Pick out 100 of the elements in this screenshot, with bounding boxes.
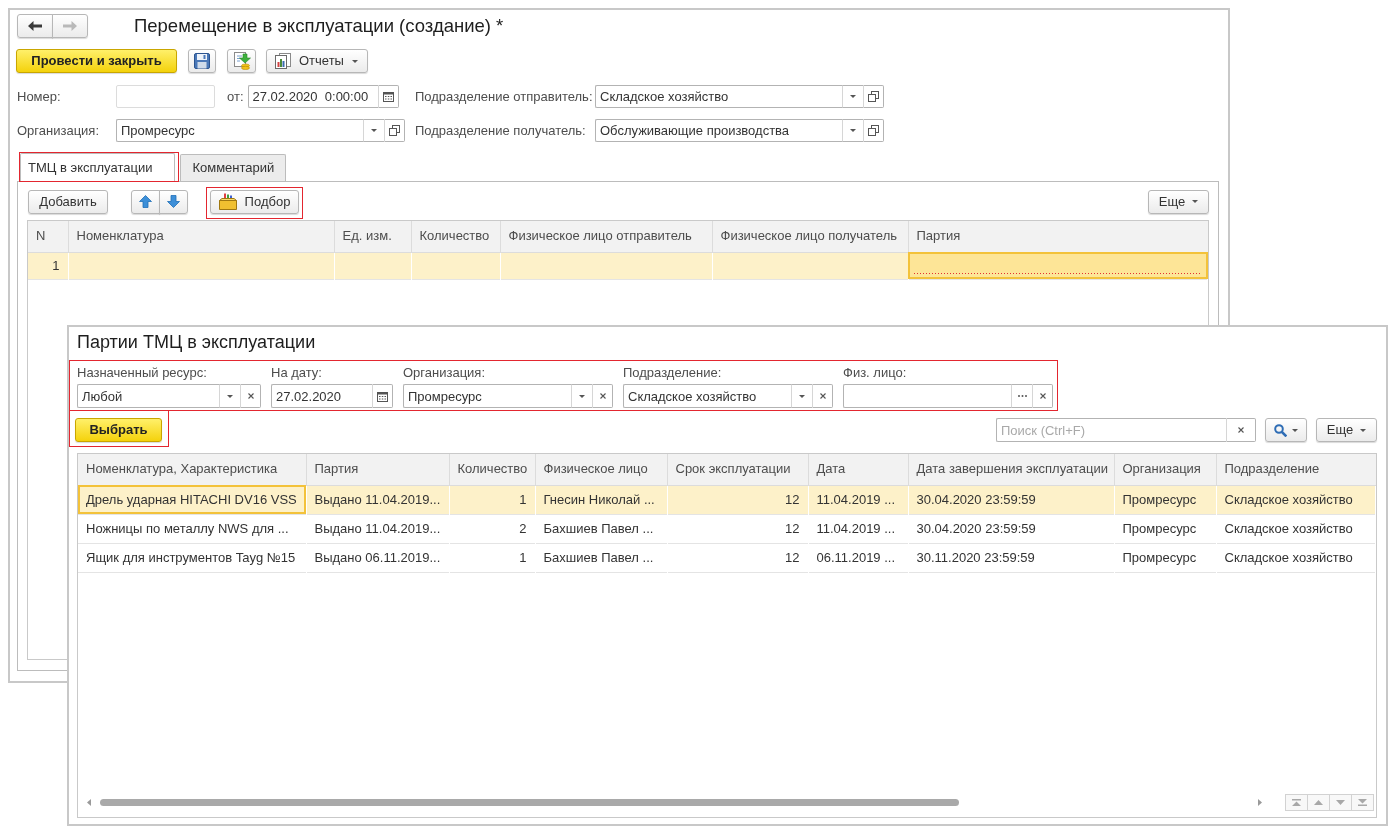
dropdown-field[interactable]: Промресурс [403,384,571,408]
column-header[interactable]: Дата [808,454,908,485]
more-button[interactable]: Еще [1148,189,1209,214]
dropdown-field[interactable]: Обслуживающие производства [595,119,842,142]
dropdown-button[interactable] [219,384,240,408]
scroll-button[interactable] [1329,794,1352,811]
window-icon [868,91,879,102]
calendar-button[interactable] [372,384,393,408]
bar-up-triangle-icon [1292,799,1301,806]
dropdown-field[interactable]: Любой [77,384,219,408]
scroll-button[interactable] [1285,794,1308,811]
dropdown-button[interactable] [571,384,592,408]
table-cell: Бахшиев Павел ... [535,543,667,572]
search-field[interactable]: Поиск (Ctrl+F) [996,418,1226,442]
column-header[interactable]: Срок эксплуатации [667,454,808,485]
scroll-button[interactable] [1307,794,1330,811]
column-header[interactable]: Количество [411,221,500,252]
back-button[interactable] [17,13,53,38]
table-cell: 06.11.2019 ... [808,543,908,572]
caret-icon [850,95,856,98]
tab[interactable]: Комментарий [180,154,287,181]
field-label: Подразделение отправитель: [415,88,594,105]
caret-icon [850,129,856,132]
caret-icon [351,59,358,63]
window-title: Партии ТМЦ в эксплуатации [77,331,317,354]
clear-button[interactable] [1226,418,1256,442]
dropdown-field[interactable]: Складское хозяйство [595,85,842,108]
search-button[interactable] [1265,418,1307,442]
pick-button[interactable]: Подбор [210,189,299,214]
open-button[interactable] [863,119,884,142]
column-header[interactable]: Физическое лицо отправитель [500,221,712,252]
calendar-button[interactable] [377,85,399,108]
post-and-close-button[interactable]: Провести и закрыть [16,49,177,73]
table-row[interactable]: Ящик для инструментов Tayg №15 Выдано 06.11.2019... 1 Бахшиев Павел ... 12 06.11.2019 ... 30.11.2020 23:59:59 Промресурс Складское хозяйство [78,543,1376,572]
more-button[interactable]: Еще [1316,418,1377,442]
chart-document-icon [275,53,291,69]
right-triangle-icon [1258,799,1262,806]
column-header[interactable]: Партия [306,454,449,485]
down-triangle-icon [1336,800,1345,805]
dropdown-field[interactable]: Складское хозяйство [623,384,791,408]
toolbar-button[interactable] [227,49,256,73]
column-header[interactable]: Номенклатура [68,221,334,252]
column-header[interactable]: Номенклатура, Характеристика [78,454,306,485]
table-cell: 12 [667,514,808,543]
close-icon [247,393,254,399]
table-cell: Выдано 06.11.2019... [306,543,449,572]
table-cell: Промресурс [1114,543,1216,572]
input-field[interactable] [116,85,215,108]
input-field[interactable] [843,384,1011,408]
table-row[interactable]: 1 [28,252,1208,279]
scroll-button[interactable] [1351,794,1374,811]
column-header[interactable]: N [28,221,68,252]
column-header[interactable]: Ед. изм. [334,221,411,252]
table-row[interactable]: Дрель ударная HITACHI DV16 VSS Выдано 11.04.2019... 1 Гнесин Николай ... 12 11.04.2019 ... 30.04.2020 23:59:59 Промресурс Складское хозяйство [78,485,1376,514]
table-cell: 1 [28,252,68,279]
column-header[interactable]: Дата завершения эксплуатации [908,454,1114,485]
close-icon [599,393,606,399]
dropdown-field[interactable]: Промресурс [116,119,363,142]
browse-button[interactable] [1011,384,1032,408]
save-button[interactable] [188,49,216,73]
reports-button[interactable]: Отчеты [266,49,368,73]
select-button[interactable]: Выбрать [75,418,162,442]
clear-button[interactable] [812,384,833,408]
filter-label: Организация: [403,366,487,380]
table-cell: Ящик для инструментов Tayg №15 [78,543,306,572]
table-cell: 30.04.2020 23:59:59 [908,485,1114,514]
filter-label: На дату: [271,366,323,380]
calendar-icon [377,390,388,402]
close-icon [1039,393,1046,399]
table-cell: 30.04.2020 23:59:59 [908,514,1114,543]
filter-label: Физ. лицо: [843,366,908,380]
caret-icon [579,394,585,398]
clear-button[interactable] [1032,384,1053,408]
table-cell: Складское хозяйство [1216,514,1376,543]
column-header[interactable]: Количество [449,454,535,485]
scrollbar-thumb[interactable] [100,799,960,806]
date-field[interactable]: 27.02.2020 [271,384,372,408]
caret-icon [1360,428,1367,432]
column-header[interactable]: Организация [1114,454,1216,485]
open-button[interactable] [863,85,884,108]
table-cell: 12 [667,543,808,572]
date-field[interactable]: 27.02.2020 0:00:00 [247,85,378,108]
table-cell: 12 [667,485,808,514]
table-cell: Промресурс [1114,514,1216,543]
column-header[interactable]: Физическое лицо получатель [712,221,908,252]
column-header[interactable]: Подразделение [1216,454,1376,485]
table-cell: 1 [449,485,535,514]
add-button[interactable]: Добавить [28,189,108,214]
column-header[interactable]: Физическое лицо [535,454,667,485]
column-header[interactable]: Партия [908,221,1208,252]
table-row[interactable]: Ножницы по металлу NWS для ... Выдано 11.04.2019... 2 Бахшиев Павел ... 12 11.04.2019 ... 30.04.2020 23:59:59 Промресурс Складское хозяйство [78,514,1376,543]
tab[interactable]: ТМЦ в эксплуатации [20,153,176,181]
clear-button[interactable] [592,384,613,408]
clear-button[interactable] [240,384,261,408]
move-up-button[interactable] [131,189,160,214]
dropdown-button[interactable] [791,384,812,408]
move-down-button[interactable] [159,189,188,214]
table-cell: 11.04.2019 ... [808,514,908,543]
search-icon [1274,423,1287,437]
open-button[interactable] [384,119,405,142]
